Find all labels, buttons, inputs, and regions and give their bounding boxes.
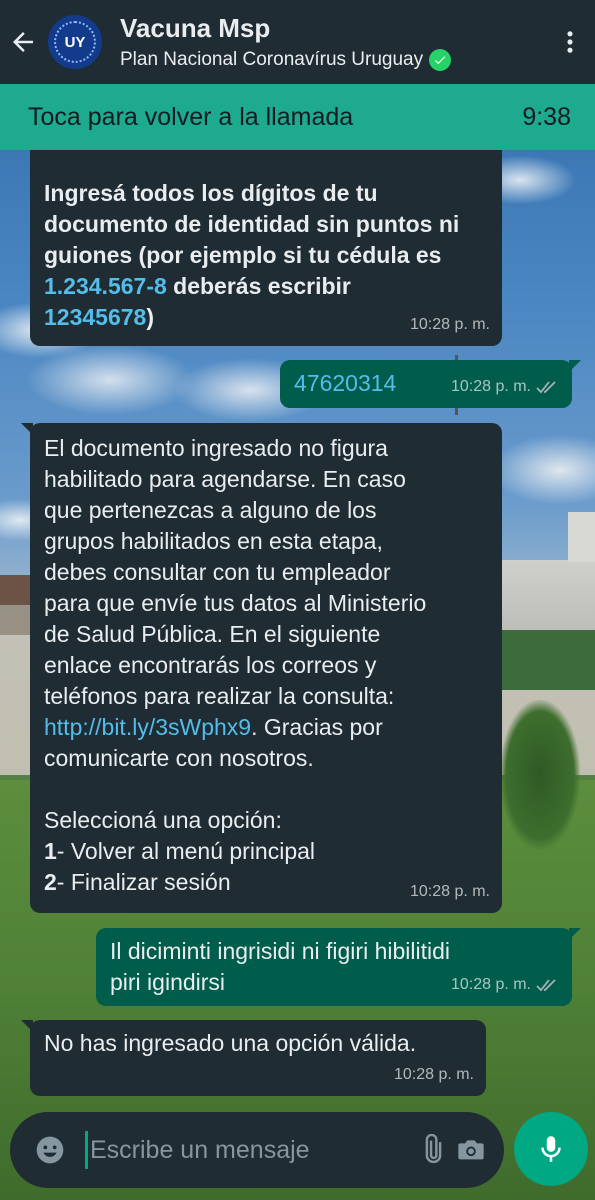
message-text[interactable]: 47620314 — [294, 370, 396, 396]
message-text-fragment: . Gracias por — [251, 714, 383, 740]
avatar-ring — [54, 21, 96, 63]
message-text: No has ingresado una opción válida. — [44, 1030, 417, 1056]
paperclip-icon — [425, 1134, 441, 1164]
message-text-fragment: ) — [146, 304, 155, 330]
message-line: 1- Volver al menú principal — [44, 836, 488, 867]
message-line: de Salud Pública. En el siguiente — [44, 621, 381, 647]
contact-info[interactable]: Vacuna Msp Plan Nacional Coronavírus Uru… — [120, 13, 545, 71]
message-timestamp: 10:28 p. m. — [450, 976, 531, 993]
message-line: debes consultar con tu empleador — [44, 559, 391, 585]
bubble-tail — [569, 360, 581, 372]
option-number: 1 — [44, 838, 57, 864]
wallpaper-tree — [500, 700, 580, 850]
message-line: teléfonos para realizar la consulta: — [44, 683, 395, 709]
message-line: 1.234.567-8 deberás escribir — [44, 271, 488, 302]
message-line: grupos habilitados en esta etapa, — [44, 528, 383, 554]
call-banner-text: Toca para volver a la llamada — [28, 102, 354, 131]
call-duration: 9:38 — [522, 102, 571, 131]
message-meta: 10:28 p. m. — [451, 969, 560, 1000]
option-label: - Volver al menú principal — [56, 838, 316, 864]
bubble-tail — [569, 928, 581, 940]
message-link[interactable]: http://bit.ly/3sWphx9 — [44, 714, 251, 740]
camera-button[interactable] — [451, 1126, 490, 1174]
bubble-tail — [21, 1020, 33, 1032]
message-line: que pertenezcas a alguno de los — [44, 497, 377, 523]
message-composer — [10, 1112, 504, 1188]
more-vertical-icon — [567, 31, 573, 53]
option-label: - Finalizar sesión — [56, 869, 231, 895]
bubble-tail — [21, 423, 33, 435]
message-line: Seleccioná una opción: — [44, 807, 282, 833]
message-input[interactable] — [85, 1131, 412, 1169]
message-line: Il diciminti ingrisidi ni figiri hibilit… — [110, 938, 450, 964]
camera-icon — [457, 1140, 484, 1160]
verified-badge-icon — [429, 49, 452, 71]
double-check-icon — [536, 380, 556, 393]
menu-button[interactable] — [545, 0, 595, 84]
message-timestamp: 10:28 p. m. — [393, 1066, 474, 1083]
message-line: El documento ingresado no figura — [44, 435, 388, 461]
microphone-icon — [541, 1136, 561, 1162]
emoji-button[interactable] — [30, 1126, 69, 1174]
contact-subtitle-text: Plan Nacional Coronavírus Uruguay — [120, 49, 424, 70]
message-text: El documento ingresado no figura habilit… — [44, 433, 488, 898]
return-to-call-banner[interactable]: Toca para volver a la llamada 9:38 — [0, 84, 595, 150]
arrow-left-icon — [13, 32, 33, 52]
contact-avatar[interactable]: UY — [48, 15, 102, 69]
message-incoming[interactable]: El documento ingresado no figura habilit… — [21, 423, 502, 913]
message-line: comunicarte con nosotros. — [44, 745, 314, 771]
message-outgoing[interactable]: 47620314 10:28 p. m. — [280, 360, 581, 408]
message-line: enlace encontrarás los correos y — [44, 652, 377, 678]
double-check-icon — [536, 978, 556, 991]
message-incoming[interactable]: Ingresá todos los dígitos de tu document… — [30, 150, 502, 346]
contact-subtitle: Plan Nacional Coronavírus Uruguay — [120, 49, 545, 71]
contact-name: Vacuna Msp — [120, 13, 271, 43]
voice-record-button[interactable] — [514, 1112, 588, 1186]
message-line: para que envíe tus datos al Ministerio — [44, 590, 427, 616]
wallpaper-chimney — [568, 512, 595, 562]
back-button[interactable] — [0, 0, 46, 84]
message-timestamp: 10:28 p. m. — [450, 378, 531, 395]
message-meta: 10:28 p. m. — [451, 371, 560, 402]
message-line: guiones (por ejemplo si tu cédula es — [44, 242, 442, 268]
message-timestamp: 10:28 p. m. — [409, 883, 490, 900]
message-line: documento de identidad sin puntos ni — [44, 211, 460, 237]
message-text-fragment: deberás escribir — [166, 273, 351, 299]
message-incoming[interactable]: No has ingresado una opción válida. 10:2… — [21, 1020, 486, 1096]
attach-button[interactable] — [412, 1126, 451, 1174]
message-line: Ingresá todos los dígitos de tu — [44, 180, 378, 206]
message-outgoing[interactable]: Il diciminti ingrisidi ni figiri hibilit… — [96, 928, 581, 1006]
message-timestamp: 10:28 p. m. — [409, 316, 490, 333]
message-link[interactable]: 1.234.567-8 — [44, 273, 167, 299]
message-line: habilitado para agendarse. En caso — [44, 466, 406, 492]
option-number: 2 — [44, 869, 57, 895]
chat-header: UY Vacuna Msp Plan Nacional Coronavírus … — [0, 0, 595, 84]
message-link[interactable]: 12345678 — [44, 304, 146, 330]
message-line: http://bit.ly/3sWphx9. Gracias por — [44, 712, 488, 743]
emoji-icon — [36, 1136, 63, 1164]
wallpaper-green-roof — [500, 630, 595, 690]
